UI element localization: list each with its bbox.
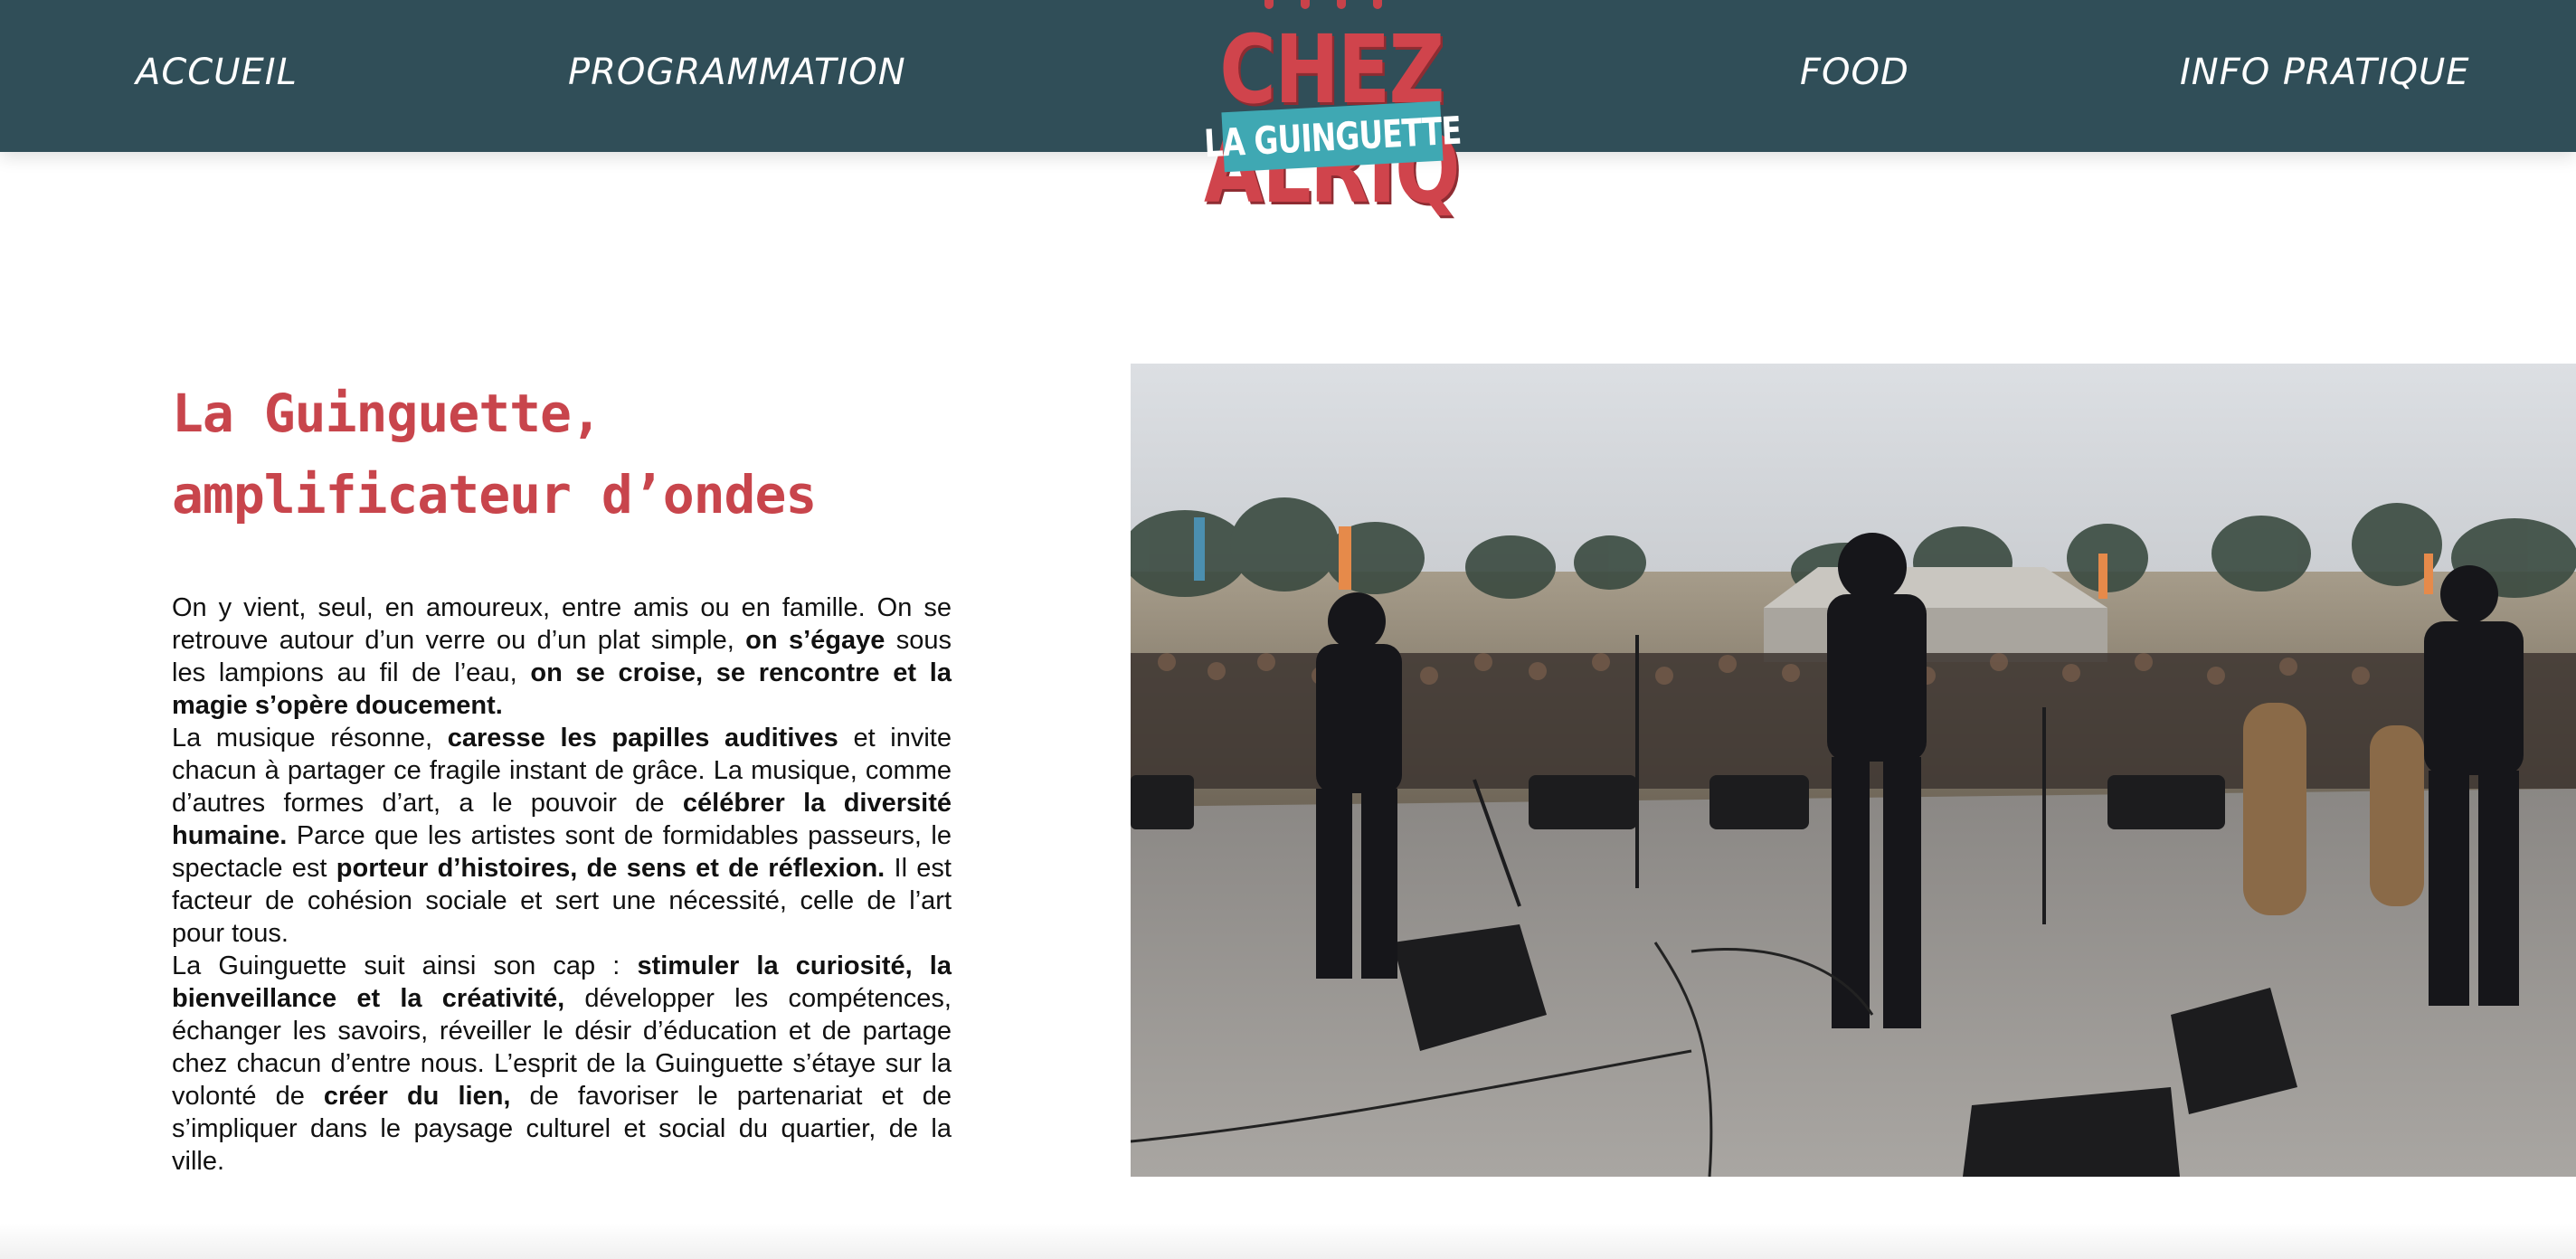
concert-illustration (1131, 364, 2576, 1177)
concert-stage-photo (1131, 364, 2576, 1177)
logo-badge: LA GUINGUETTE (1203, 100, 1462, 173)
p2-bold-f: porteur d’histoires, de sens et de réfle… (336, 854, 886, 883)
nav-programmation[interactable]: PROGRAMMATION (568, 45, 906, 99)
p3-text-a: La Guinguette suit ainsi son cap : (172, 951, 638, 980)
p2-text-a: La musique résonne, (172, 724, 448, 753)
nav-food[interactable]: FOOD (1800, 45, 1909, 99)
bottom-shadow (0, 1223, 2576, 1259)
paragraph-1: On y vient, seul, en amoureux, entre ami… (172, 592, 952, 722)
paragraph-3: La Guinguette suit ainsi son cap : stimu… (172, 950, 952, 1178)
nav-accueil[interactable]: ACCUEIL (136, 45, 298, 99)
p2-bold-b: caresse les papilles auditives (447, 724, 838, 753)
logo-badge-label: LA GUINGUETTE (1202, 108, 1463, 166)
logo-lantern-dots (1194, 0, 1465, 13)
p1-bold-b: on s’égaye (745, 626, 886, 655)
nav-info-pratique[interactable]: INFO PRATIQUE (2180, 45, 2470, 99)
paragraph-2: La musique résonne, caresse les papilles… (172, 722, 952, 950)
section-title-line-1: La Guinguette, (172, 383, 602, 444)
p3-bold-d: créer du lien, (323, 1082, 511, 1111)
section-title-line-2: amplificateur d’ondes (172, 464, 817, 525)
site-logo[interactable]: CHEZ ALRIQ LA GUINGUETTE (1140, 0, 1520, 219)
section-title: La Guinguette, amplificateur d’ondes (172, 373, 986, 535)
intro-text: On y vient, seul, en amoureux, entre ami… (172, 592, 952, 1178)
